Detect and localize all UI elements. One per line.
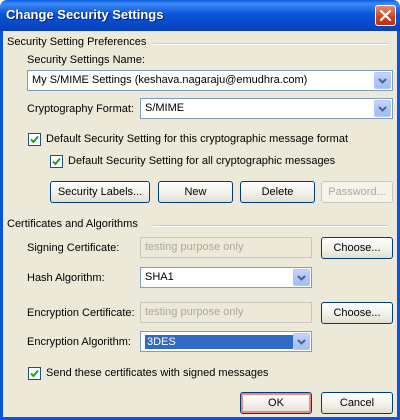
window-title: Change Security Settings: [6, 7, 164, 22]
close-button[interactable]: [375, 5, 396, 26]
send-certificates-checkbox[interactable]: [28, 367, 41, 380]
encryption-certificate-label: Encryption Certificate:: [27, 307, 135, 319]
name-label: Security Settings Name:: [27, 54, 145, 66]
dialog-body: Security Setting Preferences Security Se…: [0, 31, 400, 420]
send-certificates-label: Send these certificates with signed mess…: [46, 367, 269, 379]
dropdown-button[interactable]: [293, 333, 310, 350]
certs-section-title: Certificates and Algorithms: [7, 218, 138, 230]
choose-signing-button[interactable]: Choose...: [321, 237, 393, 259]
chevron-down-icon: [297, 338, 306, 345]
chevron-down-icon: [378, 77, 387, 84]
close-icon: [380, 10, 391, 21]
signing-certificate-field: testing purpose only: [140, 237, 312, 258]
title-bar[interactable]: Change Security Settings: [0, 0, 400, 31]
ok-button[interactable]: OK: [240, 392, 312, 414]
cryptography-format-select[interactable]: S/MIME: [140, 98, 393, 119]
prefs-divider: [153, 43, 388, 45]
checkmark-icon: [52, 157, 61, 166]
security-settings-name-select[interactable]: My S/MIME Settings (keshava.nagaraju@emu…: [27, 70, 393, 91]
checkmark-icon: [30, 135, 39, 144]
encryption-algorithm-label: Encryption Algorithm:: [27, 336, 131, 348]
format-label: Cryptography Format:: [27, 103, 134, 115]
dropdown-button[interactable]: [374, 100, 391, 117]
default-all-label: Default Security Setting for all cryptog…: [68, 155, 336, 167]
cancel-button[interactable]: Cancel: [321, 392, 393, 414]
signing-certificate-label: Signing Certificate:: [27, 242, 120, 254]
new-button[interactable]: New: [158, 181, 233, 203]
hash-algorithm-select[interactable]: SHA1: [140, 267, 312, 288]
dropdown-button[interactable]: [374, 72, 391, 89]
prefs-section-title: Security Setting Preferences: [7, 36, 147, 48]
password-button[interactable]: Password...: [321, 181, 393, 203]
default-format-checkbox[interactable]: [28, 133, 41, 146]
hash-algorithm-label: Hash Algorithm:: [27, 272, 105, 284]
certs-divider: [153, 225, 388, 227]
choose-encryption-button[interactable]: Choose...: [321, 302, 393, 324]
chevron-down-icon: [378, 105, 387, 112]
delete-button[interactable]: Delete: [240, 181, 315, 203]
default-all-checkbox[interactable]: [50, 155, 63, 168]
security-labels-button[interactable]: Security Labels...: [50, 181, 150, 203]
dropdown-button[interactable]: [293, 269, 310, 286]
checkmark-icon: [30, 369, 39, 378]
chevron-down-icon: [297, 274, 306, 281]
encryption-algorithm-select[interactable]: 3DES: [140, 331, 312, 352]
default-format-label: Default Security Setting for this crypto…: [46, 133, 349, 145]
encryption-certificate-field: testing purpose only: [140, 302, 312, 323]
